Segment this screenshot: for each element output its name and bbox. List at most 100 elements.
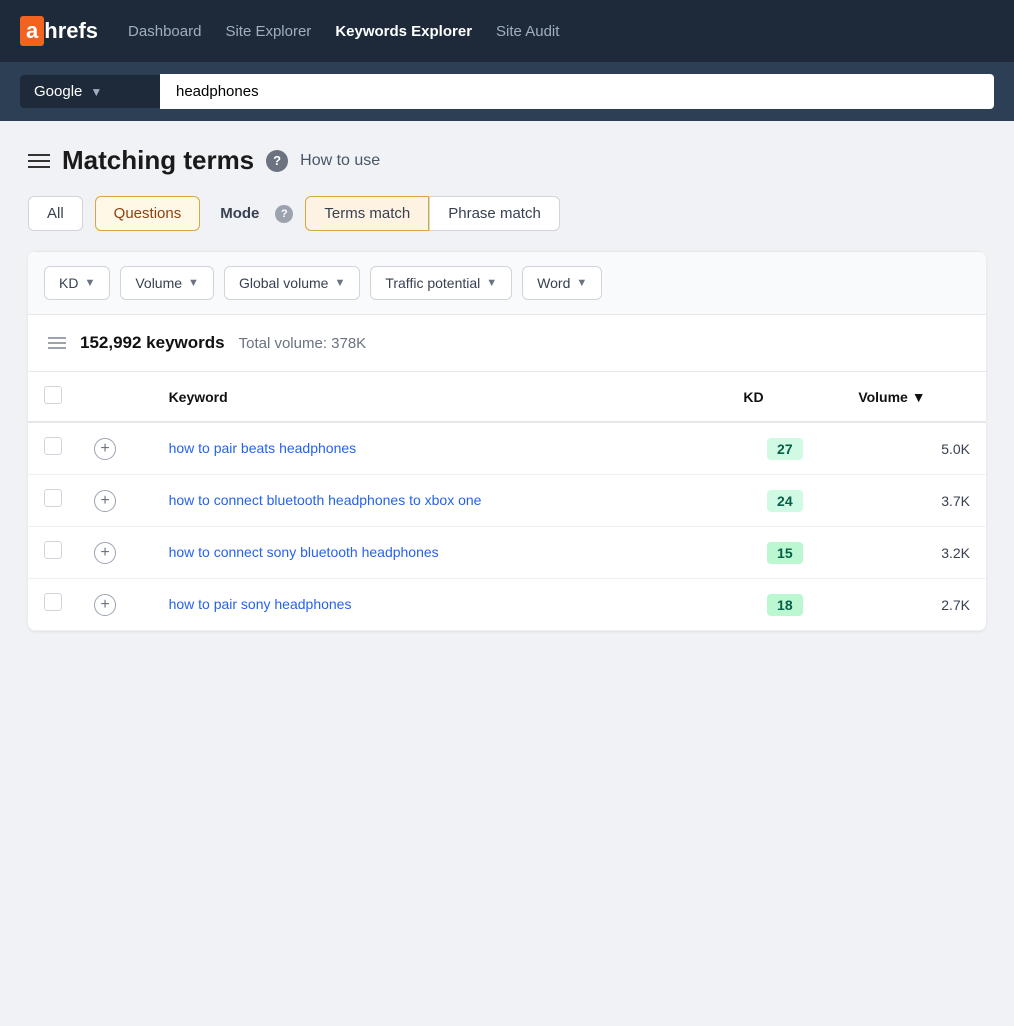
table-row: + how to pair sony headphones 18 2.7K [28,579,986,631]
search-engine-selector[interactable]: Google ▼ [20,75,160,108]
row-keyword-cell: how to pair sony headphones [153,579,728,631]
chevron-down-icon: ▼ [188,277,199,289]
filter-kd[interactable]: KD ▼ [44,266,110,300]
row-volume-cell: 5.0K [842,422,986,475]
logo[interactable]: a hrefs [20,16,98,46]
navigation: a hrefs Dashboard Site Explorer Keywords… [0,0,1014,62]
help-icon[interactable]: ? [266,150,288,172]
results-volume: Total volume: 378K [239,335,367,352]
page-title: Matching terms [62,145,254,176]
main-content: Matching terms ? How to use All Question… [0,121,1014,655]
th-keyword: Keyword [153,372,728,422]
filter-global-volume-label: Global volume [239,275,329,291]
row-keyword-cell: how to pair beats headphones [153,422,728,475]
keywords-table: Keyword KD Volume ▼ + how to pair beats … [28,372,986,631]
filter-traffic-potential[interactable]: Traffic potential ▼ [370,266,512,300]
results-count: 152,992 keywords [80,333,225,353]
row-keyword-cell: how to connect bluetooth headphones to x… [153,475,728,527]
icon-line [48,347,66,349]
row-add-button[interactable]: + [94,542,116,564]
hamburger-line [28,160,50,162]
kd-badge: 15 [767,542,803,564]
row-add-button[interactable]: + [94,594,116,616]
th-action [78,372,153,422]
mode-label: Mode [220,205,259,222]
th-volume[interactable]: Volume ▼ [842,372,986,422]
hamburger-line [28,166,50,168]
mode-help-icon[interactable]: ? [275,205,293,223]
row-add-cell: + [78,579,153,631]
filter-volume[interactable]: Volume ▼ [120,266,214,300]
kd-badge: 27 [767,438,803,460]
row-kd-cell: 24 [727,475,842,527]
icon-line [48,337,66,339]
filter-word[interactable]: Word ▼ [522,266,602,300]
search-input-wrapper [160,74,994,109]
nav-site-audit[interactable]: Site Audit [496,23,559,40]
nav-dashboard[interactable]: Dashboard [128,23,201,40]
row-checkbox-cell [28,527,78,579]
row-volume-cell: 2.7K [842,579,986,631]
keyword-link[interactable]: how to pair sony headphones [169,596,352,612]
logo-hrefs: hrefs [44,18,98,44]
search-bar: Google ▼ [0,62,1014,121]
hamburger-menu[interactable] [28,154,50,168]
nav-links: Dashboard Site Explorer Keywords Explore… [128,23,559,40]
results-sort-icon [48,337,66,349]
kd-badge: 24 [767,490,803,512]
row-kd-cell: 27 [727,422,842,475]
chevron-down-icon: ▼ [90,85,102,99]
filter-volume-label: Volume [135,275,182,291]
row-kd-cell: 18 [727,579,842,631]
row-volume-cell: 3.2K [842,527,986,579]
row-add-cell: + [78,422,153,475]
nav-keywords-explorer[interactable]: Keywords Explorer [335,23,472,40]
filter-global-volume[interactable]: Global volume ▼ [224,266,360,300]
mode-phrase-match[interactable]: Phrase match [429,196,560,231]
row-checkbox[interactable] [44,541,62,559]
kd-badge: 18 [767,594,803,616]
th-kd[interactable]: KD [727,372,842,422]
row-add-button[interactable]: + [94,490,116,512]
table-row: + how to pair beats headphones 27 5.0K [28,422,986,475]
row-kd-cell: 15 [727,527,842,579]
logo-a: a [20,16,44,46]
filter-traffic-potential-label: Traffic potential [385,275,480,291]
row-add-cell: + [78,475,153,527]
row-checkbox-cell [28,579,78,631]
icon-line [48,342,66,344]
select-all-checkbox[interactable] [44,386,62,404]
how-to-use-link[interactable]: How to use [300,152,380,170]
search-engine-label: Google [34,83,82,100]
filter-kd-label: KD [59,275,78,291]
keyword-link[interactable]: how to pair beats headphones [169,440,357,456]
page-header: Matching terms ? How to use [28,145,986,176]
results-section: KD ▼ Volume ▼ Global volume ▼ Traffic po… [28,251,986,631]
search-input[interactable] [160,74,994,109]
table-row: + how to connect sony bluetooth headphon… [28,527,986,579]
tab-questions[interactable]: Questions [95,196,201,231]
row-checkbox[interactable] [44,489,62,507]
row-checkbox[interactable] [44,593,62,611]
nav-site-explorer[interactable]: Site Explorer [225,23,311,40]
table-header: Keyword KD Volume ▼ [28,372,986,422]
row-checkbox[interactable] [44,437,62,455]
keyword-link[interactable]: how to connect sony bluetooth headphones [169,544,439,560]
filter-word-label: Word [537,275,570,291]
table-row: + how to connect bluetooth headphones to… [28,475,986,527]
row-add-button[interactable]: + [94,438,116,460]
mode-group: Terms match Phrase match [305,196,559,231]
chevron-down-icon: ▼ [334,277,345,289]
hamburger-line [28,154,50,156]
row-checkbox-cell [28,475,78,527]
row-checkbox-cell [28,422,78,475]
mode-terms-match[interactable]: Terms match [305,196,429,231]
tab-all[interactable]: All [28,196,83,231]
keyword-link[interactable]: how to connect bluetooth headphones to x… [169,492,482,508]
row-volume-cell: 3.7K [842,475,986,527]
table-body: + how to pair beats headphones 27 5.0K [28,422,986,631]
chevron-down-icon: ▼ [486,277,497,289]
chevron-down-icon: ▼ [576,277,587,289]
filter-row: All Questions Mode ? Terms match Phrase … [28,196,986,231]
chevron-down-icon: ▼ [84,277,95,289]
